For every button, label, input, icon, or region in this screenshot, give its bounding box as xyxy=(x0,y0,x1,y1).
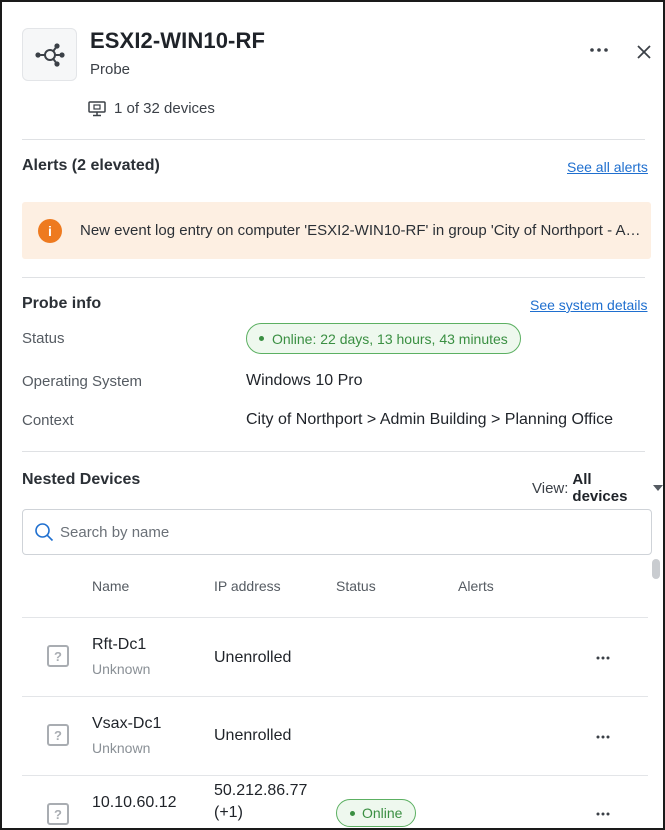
status-dot xyxy=(259,336,264,341)
column-header-alerts[interactable]: Alerts xyxy=(458,578,494,594)
unknown-device-icon: ? xyxy=(47,724,69,746)
more-horizontal-icon xyxy=(596,812,610,816)
os-value: Windows 10 Pro xyxy=(246,372,363,389)
device-count-text: 1 of 32 devices xyxy=(114,100,215,117)
nested-devices-title: Nested Devices xyxy=(22,471,141,488)
monitor-icon xyxy=(88,100,106,116)
chevron-down-icon xyxy=(653,485,663,491)
unknown-device-icon: ? xyxy=(47,645,69,667)
network-hub-icon xyxy=(22,28,77,81)
divider xyxy=(22,139,645,140)
divider xyxy=(22,696,648,697)
status-text: Online: 22 days, 13 hours, 43 minutes xyxy=(272,330,508,347)
device-count: 1 of 32 devices xyxy=(88,100,215,117)
alerts-section-title: Alerts (2 elevated) xyxy=(22,157,160,174)
column-header-ip[interactable]: IP address xyxy=(214,578,281,594)
device-ip: Unenrolled xyxy=(214,649,292,666)
device-type: Unknown xyxy=(92,661,151,677)
page-title: ESXI2-WIN10-RF xyxy=(90,28,265,53)
search-input[interactable] xyxy=(60,523,620,541)
view-value: All devices xyxy=(572,471,628,505)
see-system-details-link[interactable]: See system details xyxy=(530,297,648,313)
close-icon xyxy=(637,45,651,59)
more-options-button[interactable] xyxy=(584,38,614,62)
device-type: Unknown xyxy=(92,740,151,756)
alert-banner[interactable]: i New event log entry on computer 'ESXI2… xyxy=(22,202,651,259)
column-header-name[interactable]: Name xyxy=(92,578,129,594)
more-horizontal-icon xyxy=(596,735,610,739)
search-field[interactable] xyxy=(22,509,652,555)
row-more-button[interactable] xyxy=(590,727,616,747)
divider xyxy=(22,775,648,776)
device-name[interactable]: 10.10.60.12 xyxy=(92,794,177,812)
device-ip: 50.212.86.77 (+1) xyxy=(214,780,307,824)
probe-info-title: Probe info xyxy=(22,295,102,312)
unknown-device-icon: ? xyxy=(47,803,69,825)
column-header-status[interactable]: Status xyxy=(336,578,376,594)
see-all-alerts-link[interactable]: See all alerts xyxy=(567,159,648,175)
status-badge: Online xyxy=(336,799,417,827)
device-ip: Unenrolled xyxy=(214,727,292,744)
alert-message: New event log entry on computer 'ESXI2-W… xyxy=(80,222,645,239)
status-badge: Online: 22 days, 13 hours, 43 minutes xyxy=(246,323,521,354)
more-horizontal-icon xyxy=(596,656,610,660)
divider xyxy=(22,617,648,618)
status-dot xyxy=(350,810,355,816)
view-filter-dropdown[interactable]: View: All devices xyxy=(532,471,663,505)
search-icon xyxy=(35,523,54,542)
status-label: Status xyxy=(22,330,65,347)
device-ip-extra: (+1) xyxy=(214,804,243,821)
context-value: City of Northport > Admin Building > Pla… xyxy=(246,411,614,428)
row-more-button[interactable] xyxy=(590,648,616,668)
device-ip-primary: 50.212.86.77 xyxy=(214,782,308,799)
more-horizontal-icon xyxy=(590,48,608,52)
device-name[interactable]: Vsax-Dc1 xyxy=(92,715,161,733)
scrollbar-thumb[interactable] xyxy=(652,559,660,579)
row-more-button[interactable] xyxy=(590,804,616,824)
view-label: View: xyxy=(532,479,569,497)
device-name[interactable]: Rft-Dc1 xyxy=(92,636,146,654)
divider xyxy=(22,277,645,278)
close-button[interactable] xyxy=(630,38,658,66)
os-label: Operating System xyxy=(22,373,143,390)
device-type-label: Probe xyxy=(90,61,131,78)
probe-details-panel: ESXI2-WIN10-RF Probe 1 of 32 devices Ale… xyxy=(0,0,665,830)
info-icon: i xyxy=(38,218,62,243)
divider xyxy=(22,451,645,452)
status-text: Online xyxy=(362,805,403,821)
context-label: Context xyxy=(22,412,74,429)
